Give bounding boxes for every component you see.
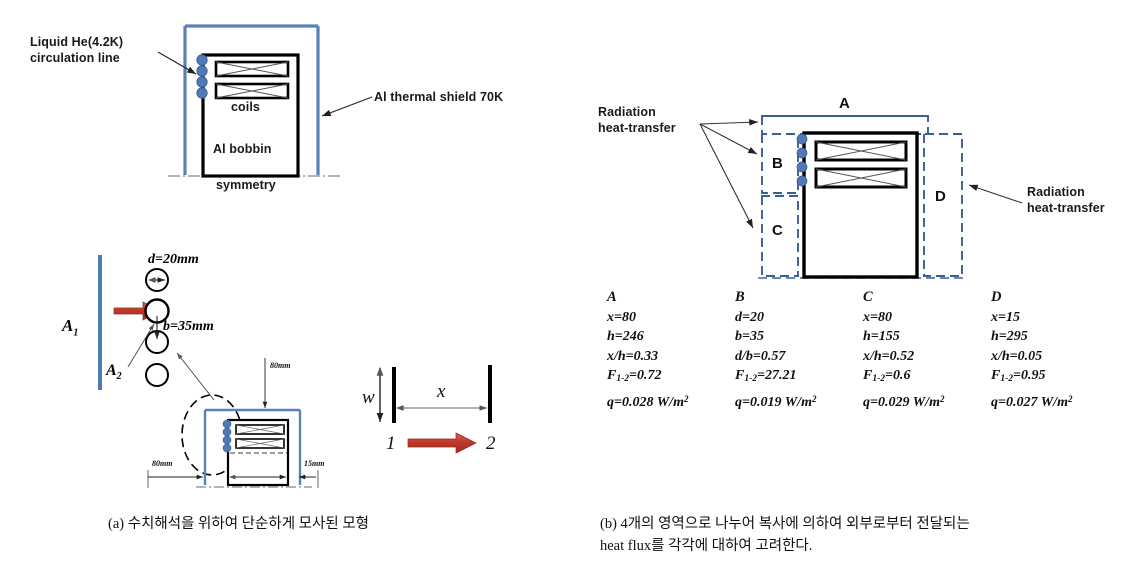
region-c-label: C xyxy=(772,222,783,239)
a1-label-text: A xyxy=(62,316,74,335)
data-column-header: B xyxy=(735,289,745,305)
region-b-label: B xyxy=(772,155,783,172)
panel-a-view-factor-sketch: w x 1 2 xyxy=(350,355,530,475)
data-row: q=0.027 W/m2 xyxy=(991,393,1073,410)
data-row: F1-2=27.21 xyxy=(735,368,797,384)
panel-a-top-schematic: Liquid He(4.2K) circulation line Al ther… xyxy=(0,0,570,210)
dim-right-text: 15mm xyxy=(304,459,324,468)
radiation-label-left: Radiation heat-transfer xyxy=(598,105,706,136)
radiation-label-left-line1: Radiation xyxy=(598,105,656,119)
panel-b-caption: (b) 4개의 영역으로 나누어 복사에 의하여 외부로부터 전달되는 heat… xyxy=(600,513,1100,558)
a2-label: A2 xyxy=(106,362,122,382)
liquid-he-label-line1: Liquid He(4.2K) xyxy=(30,35,124,49)
radiation-label-right: Radiation heat-transfer xyxy=(1027,185,1139,216)
panel-b-region-schematic: A B C D Radiation heat-transfer Radiatio… xyxy=(590,80,1147,285)
data-column-b: Bd=20 b=35 d/b=0.57 F1-2=27.21 q=0.019 W/m2 xyxy=(735,288,863,418)
radiation-label-right-line2: heat-transfer xyxy=(1027,200,1105,215)
data-row: q=0.019 W/m2 xyxy=(735,393,817,410)
radiation-arrow-to-d xyxy=(968,184,1023,204)
b-dimension-label: b=35mm xyxy=(163,319,214,334)
shield-label-arrow xyxy=(321,96,373,117)
liquid-he-label: Liquid He(4.2K) circulation line xyxy=(30,35,165,66)
radiation-arrow-to-c xyxy=(699,123,754,229)
data-column-header: A xyxy=(607,289,617,305)
al-bobbin-label: Al bobbin xyxy=(213,142,272,156)
data-row: x/h=0.33 xyxy=(607,348,659,364)
data-row: q=0.029 W/m2 xyxy=(863,393,945,410)
data-column-header: C xyxy=(863,289,873,305)
data-column-c: Cx=80 h=155 x/h=0.52 F1-2=0.6 q=0.029 W/m2 xyxy=(863,288,991,418)
symmetry-label: symmetry xyxy=(216,178,276,192)
data-row: F1-2=0.72 xyxy=(607,368,662,384)
region-a-label: A xyxy=(839,95,850,112)
panel-a-caption: (a) 수치해석을 위하여 단순하게 모사된 모형 xyxy=(108,516,369,532)
data-row: x/h=0.05 xyxy=(991,348,1043,364)
surface-2-label: 2 xyxy=(486,433,496,454)
w-label: w xyxy=(362,387,375,408)
data-row: b=35 xyxy=(735,329,764,344)
liquid-he-label-line2: circulation line xyxy=(30,50,120,65)
panel-b-data-table: Ax=80 h=246 x/h=0.33 F1-2=0.72 q=0.028 W/m2 B… xyxy=(607,288,1127,418)
data-row: q=0.028 W/m2 xyxy=(607,393,689,410)
dim-left-text: 80mm xyxy=(152,459,172,468)
data-row: x=80 xyxy=(863,309,892,325)
data-column-d: Dx=15 h=295 x/h=0.05 F1-2=0.95 q=0.027 W/m2 xyxy=(991,288,1127,418)
data-row: h=246 xyxy=(607,329,644,344)
a2-label-sub: 2 xyxy=(116,371,122,383)
a1-label: A1 xyxy=(62,316,78,338)
magnifier-leader-arrow xyxy=(176,352,215,401)
panel-b-caption-line2: heat flux를 각각에 대하여 고려한다. xyxy=(600,538,813,555)
data-row: x=15 xyxy=(991,309,1020,325)
data-column-a: Ax=80 h=246 x/h=0.33 F1-2=0.72 q=0.028 W/m2 xyxy=(607,288,735,418)
panel-b-he-circle xyxy=(796,161,808,173)
he-circulation-circle xyxy=(196,54,208,66)
detail-he-circle xyxy=(222,419,232,429)
detail-he-circle xyxy=(222,443,232,453)
radiation-label-left-line2: heat-transfer xyxy=(598,120,676,135)
panel-b-he-circle xyxy=(796,133,808,145)
panel-b-he-circle xyxy=(796,147,808,159)
he-circulation-circle xyxy=(196,87,208,99)
panel-b-caption-line1: (b) 4개의 영역으로 나누어 복사에 의하여 외부로부터 전달되는 xyxy=(600,516,970,532)
detail-he-circle xyxy=(222,427,232,437)
a1-label-sub: 1 xyxy=(73,327,79,339)
coils-label: coils xyxy=(231,100,260,114)
radiation-arrow-to-a xyxy=(699,119,759,126)
view-factor-svg: w x 1 2 xyxy=(362,365,496,454)
panel-b-he-circle xyxy=(796,175,808,187)
he-circulation-circle xyxy=(196,76,208,88)
detail-coil-circle xyxy=(145,363,169,387)
data-row: F1-2=0.95 xyxy=(991,368,1046,384)
data-row: d=20 xyxy=(735,309,764,325)
detail-he-circle xyxy=(222,435,232,445)
data-row: x=80 xyxy=(607,309,636,325)
data-row: d/b=0.57 xyxy=(735,348,786,364)
x-label: x xyxy=(436,381,446,402)
d-dimension-label: d=20mm xyxy=(148,252,199,267)
data-row: h=155 xyxy=(863,329,900,344)
view-factor-direction-arrow xyxy=(407,432,477,454)
he-circulation-circle xyxy=(196,65,208,77)
a2-label-text: A xyxy=(106,362,117,379)
surface-1-label: 1 xyxy=(386,433,396,454)
radiation-arrow-to-b xyxy=(699,123,758,155)
radiation-label-right-line1: Radiation xyxy=(1027,185,1085,199)
data-row: F1-2=0.6 xyxy=(863,368,911,384)
region-d-box xyxy=(923,133,963,277)
data-row: h=295 xyxy=(991,329,1028,344)
data-column-header: D xyxy=(991,289,1002,305)
region-d-label: D xyxy=(935,188,946,205)
dim-top-text: 80mm xyxy=(270,361,290,370)
data-row: x/h=0.52 xyxy=(863,348,915,364)
al-thermal-shield-label: Al thermal shield 70K xyxy=(374,90,504,104)
